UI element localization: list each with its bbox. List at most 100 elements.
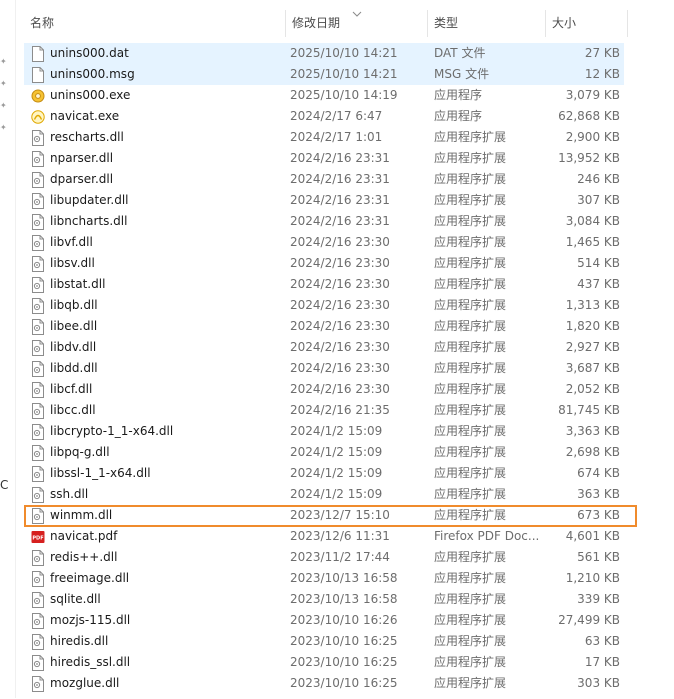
file-modified-date: 2023/11/2 17:44 (290, 550, 390, 564)
file-size: 2,052 KB (565, 382, 620, 396)
file-modified-date: 2023/12/6 11:31 (290, 529, 390, 543)
file-row[interactable]: libssl-1_1-x64.dll 2024/1/2 15:09 应用程序扩展 67… (24, 463, 624, 484)
dll-icon (31, 319, 45, 335)
file-row[interactable]: navicat.exe 2024/2/17 6:47 应用程序 62,868 KB (24, 106, 624, 127)
file-name: mozglue.dll (50, 676, 120, 690)
dll-icon (31, 445, 45, 461)
column-header-name[interactable]: 名称 (24, 10, 286, 37)
svg-text:PDF: PDF (32, 536, 43, 542)
file-type: 应用程序扩展 (434, 277, 507, 291)
dll-icon (31, 382, 45, 398)
file-row[interactable]: libncharts.dll 2024/2/16 23:31 应用程序扩展 3,084… (24, 211, 624, 232)
file-row[interactable]: hiredis_ssl.dll 2023/10/10 16:25 应用程序扩展 17 … (24, 652, 624, 673)
file-row[interactable]: sqlite.dll 2023/10/13 16:58 应用程序扩展 339 KB (24, 589, 624, 610)
file-type: 应用程序扩展 (434, 676, 507, 690)
file-modified-date: 2024/1/2 15:09 (290, 424, 383, 438)
file-modified-date: 2024/2/16 23:31 (290, 151, 390, 165)
file-type: 应用程序 (434, 88, 483, 102)
file-row[interactable]: unins000.exe 2025/10/10 14:19 应用程序 3,079 KB (24, 85, 624, 106)
file-type: 应用程序扩展 (434, 256, 507, 270)
file-modified-date: 2024/2/16 23:30 (290, 235, 390, 249)
file-name: ssh.dll (50, 487, 89, 501)
file-row[interactable]: nparser.dll 2024/2/16 23:31 应用程序扩展 13,952 K… (24, 148, 624, 169)
file-size: 81,745 KB (558, 403, 620, 417)
file-size: 17 KB (584, 655, 620, 669)
file-row[interactable]: unins000.msg 2025/10/10 14:21 MSG 文件 12 KB (24, 64, 624, 85)
file-row[interactable]: libqb.dll 2024/2/16 23:30 应用程序扩展 1,313 KB (24, 295, 624, 316)
file-size: 3,084 KB (565, 214, 620, 228)
column-header-type[interactable]: 类型 (428, 10, 546, 37)
file-row[interactable]: redis++.dll 2023/11/2 17:44 应用程序扩展 561 KB (24, 547, 624, 568)
file-size: 339 KB (577, 592, 620, 606)
file-size: 1,210 KB (565, 571, 620, 585)
dll-icon (31, 550, 45, 566)
file-row[interactable]: dparser.dll 2024/2/16 23:31 应用程序扩展 246 KB (24, 169, 624, 190)
file-type: 应用程序扩展 (434, 298, 507, 312)
file-name: navicat.exe (50, 109, 120, 123)
file-modified-date: 2024/1/2 15:09 (290, 466, 383, 480)
file-row[interactable]: mozglue.dll 2023/10/10 16:25 应用程序扩展 303 KB (24, 673, 624, 694)
file-row[interactable]: libvf.dll 2024/2/16 23:30 应用程序扩展 1,465 KB (24, 232, 624, 253)
file-row[interactable]: libupdater.dll 2024/2/16 23:31 应用程序扩展 307 K… (24, 190, 624, 211)
dll-icon (31, 214, 45, 230)
dll-icon (31, 340, 45, 356)
file-size: 63 KB (584, 634, 620, 648)
file-type: 应用程序扩展 (434, 445, 507, 459)
file-row[interactable]: mozjs-115.dll 2023/10/10 16:26 应用程序扩展 27,49… (24, 610, 624, 631)
file-size: 12 KB (584, 67, 620, 81)
file-row[interactable]: libcc.dll 2024/2/16 21:35 应用程序扩展 81,745 KB (24, 400, 624, 421)
file-name: sqlite.dll (50, 592, 101, 606)
file-size: 4,601 KB (565, 529, 620, 543)
file-row[interactable]: freeimage.dll 2023/10/13 16:58 应用程序扩展 1,210… (24, 568, 624, 589)
file-row[interactable]: hiredis.dll 2023/10/10 16:25 应用程序扩展 63 KB (24, 631, 624, 652)
file-row[interactable]: unins000.dat 2025/10/10 14:21 DAT 文件 27 KB (24, 43, 624, 64)
file-name: libvf.dll (50, 235, 93, 249)
pane-splitter[interactable] (15, 0, 16, 698)
file-size: 437 KB (577, 277, 620, 291)
file-type: MSG 文件 (434, 67, 490, 81)
file-row[interactable]: PDF navicat.pdf 2023/12/6 11:31 Firefox PDF… (24, 526, 624, 547)
file-size: 307 KB (577, 193, 620, 207)
file-name: unins000.dat (50, 46, 129, 60)
file-modified-date: 2024/2/17 1:01 (290, 130, 383, 144)
file-row[interactable]: libcf.dll 2024/2/16 23:30 应用程序扩展 2,052 KB (24, 379, 624, 400)
file-type: 应用程序扩展 (434, 130, 507, 144)
file-row[interactable]: libdv.dll 2024/2/16 23:30 应用程序扩展 2,927 KB (24, 337, 624, 358)
file-modified-date: 2023/12/7 15:10 (290, 508, 390, 522)
file-modified-date: 2023/10/13 16:58 (290, 592, 398, 606)
file-row[interactable]: rescharts.dll 2024/2/17 1:01 应用程序扩展 2,900 K… (24, 127, 624, 148)
file-modified-date: 2025/10/10 14:19 (290, 88, 398, 102)
file-type: 应用程序扩展 (434, 466, 507, 480)
dll-icon (31, 403, 45, 419)
file-row[interactable]: winmm.dll 2023/12/7 15:10 应用程序扩展 673 KB (24, 505, 624, 526)
file-type: 应用程序扩展 (434, 613, 507, 627)
dll-icon (31, 424, 45, 440)
file-type: 应用程序扩展 (434, 361, 507, 375)
file-name: libssl-1_1-x64.dll (50, 466, 151, 480)
file-name: unins000.exe (50, 88, 131, 102)
file-row[interactable]: libee.dll 2024/2/16 23:30 应用程序扩展 1,820 KB (24, 316, 624, 337)
file-modified-date: 2023/10/10 16:25 (290, 655, 398, 669)
file-row[interactable]: libsv.dll 2024/2/16 23:30 应用程序扩展 514 KB (24, 253, 624, 274)
file-name: libcrypto-1_1-x64.dll (50, 424, 174, 438)
file-row[interactable]: libstat.dll 2024/2/16 23:30 应用程序扩展 437 KB (24, 274, 624, 295)
dll-icon (31, 487, 45, 503)
dll-icon (31, 571, 45, 587)
file-type: 应用程序扩展 (434, 151, 507, 165)
file-row[interactable]: libdd.dll 2024/2/16 23:30 应用程序扩展 3,687 KB (24, 358, 624, 379)
file-modified-date: 2024/2/17 6:47 (290, 109, 383, 123)
file-modified-date: 2023/10/10 16:26 (290, 613, 398, 627)
file-modified-date: 2024/2/16 23:30 (290, 256, 390, 270)
file-modified-date: 2023/10/13 16:58 (290, 571, 398, 585)
file-row[interactable]: ssh.dll 2024/1/2 15:09 应用程序扩展 363 KB (24, 484, 624, 505)
sort-descending-icon (352, 11, 362, 17)
file-name: freeimage.dll (50, 571, 130, 585)
file-type: Firefox PDF Doc... (434, 529, 540, 543)
file-size: 1,313 KB (565, 298, 620, 312)
file-row[interactable]: libpq-g.dll 2024/1/2 15:09 应用程序扩展 2,698 KB (24, 442, 624, 463)
file-size: 561 KB (577, 550, 620, 564)
file-size: 27 KB (584, 46, 620, 60)
file-row[interactable]: libcrypto-1_1-x64.dll 2024/1/2 15:09 应用程序扩… (24, 421, 624, 442)
file-type: 应用程序扩展 (434, 487, 507, 501)
column-header-size[interactable]: 大小 (546, 10, 628, 37)
